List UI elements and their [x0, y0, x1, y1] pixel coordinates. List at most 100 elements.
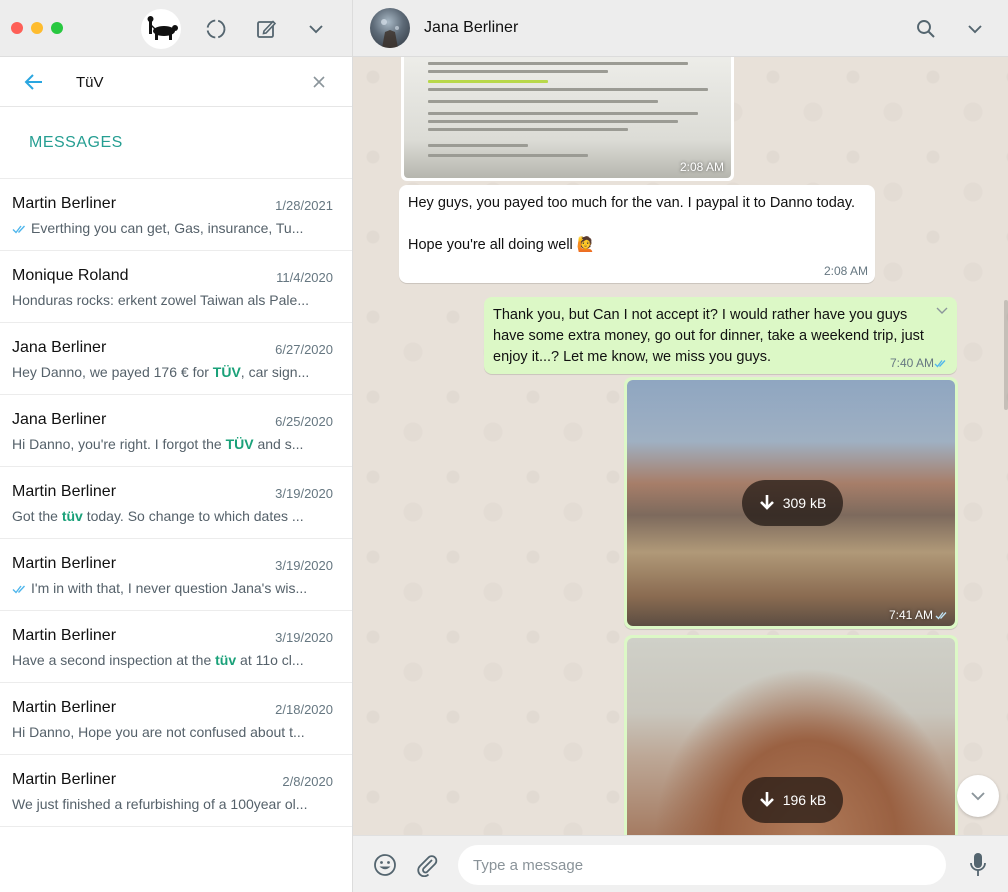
message-preview: Hi Danno, you're right. I forgot the TÜV…: [12, 436, 327, 452]
contact-name: Martin Berliner: [12, 195, 117, 212]
message-text: Hey guys, you payed too much for the van…: [408, 195, 856, 211]
preview-text: Everthing you can get, Gas, insurance, T…: [31, 220, 304, 236]
list-item[interactable]: Martin Berliner 2/8/2020 We just finished …: [0, 755, 352, 827]
read-ticks-icon: [934, 360, 946, 368]
preview-text: at 11o cl...: [236, 652, 304, 668]
list-item[interactable]: Martin Berliner 2/18/2020 Hi Danno, Hope y…: [0, 683, 352, 755]
preview-text: I'm in with that, I never question Jana'…: [31, 580, 308, 596]
document-image-bubble[interactable]: 2:08 AM: [401, 57, 734, 181]
message-date: 3/19/2020: [275, 558, 333, 573]
chevron-down-icon[interactable]: [303, 16, 329, 42]
emoji-icon[interactable]: [373, 853, 397, 882]
contact-name: Jana Berliner: [12, 411, 107, 428]
message-date: 3/19/2020: [275, 486, 333, 501]
message-date: 2/18/2020: [275, 702, 333, 717]
blurred-photo: 309 kB 7:41 AM: [627, 380, 955, 626]
section-label-messages: MESSAGES: [0, 107, 352, 179]
message-text: Hope you're all doing well 🙋: [408, 237, 595, 253]
message-date: 3/19/2020: [275, 630, 333, 645]
list-item[interactable]: Jana Berliner 6/25/2020 Hi Danno, you're r…: [0, 395, 352, 467]
search-icon[interactable]: [913, 16, 939, 42]
message-preview: Hi Danno, Hope you are not confused abou…: [12, 724, 327, 740]
message-text: Thank you, but Can I not accept it? I wo…: [493, 307, 924, 365]
chevron-down-icon[interactable]: [962, 16, 988, 42]
message-time: 7:41 AM: [888, 608, 933, 622]
image-message[interactable]: 309 kB 7:41 AM: [624, 377, 958, 629]
contact-name: Monique Roland: [12, 267, 129, 284]
contact-name: Martin Berliner: [12, 627, 117, 644]
close-icon[interactable]: [310, 73, 328, 91]
chat-list-pane: MESSAGES Martin Berliner 1/28/2021 Everthi…: [0, 0, 353, 892]
message-date: 6/27/2020: [275, 342, 333, 357]
preview-text: Got the: [12, 508, 62, 524]
message-time: 2:08 AM: [679, 160, 724, 174]
message-preview: Everthing you can get, Gas, insurance, T…: [12, 220, 327, 236]
download-icon: [759, 495, 774, 510]
message-input[interactable]: [458, 845, 946, 885]
chat-header: Jana Berliner: [353, 0, 1008, 57]
search-match: TÜV: [212, 364, 241, 380]
search-results-list: Martin Berliner 1/28/2021 Everthing you ca…: [0, 179, 352, 827]
search-input[interactable]: [74, 70, 294, 94]
message-area[interactable]: 2:08 AM Hey guys, you payed too much for…: [353, 57, 1008, 835]
search-match: TÜV: [225, 436, 254, 452]
scroll-to-bottom-button[interactable]: [957, 775, 999, 817]
status-icon[interactable]: [203, 16, 229, 42]
left-header: [0, 0, 352, 57]
search-bar: [0, 57, 352, 107]
contact-name: Martin Berliner: [12, 699, 117, 716]
document-photo: 2:08 AM: [404, 57, 731, 178]
back-arrow-icon[interactable]: [22, 71, 46, 93]
list-item[interactable]: Martin Berliner 1/28/2021 Everthing you ca…: [0, 179, 352, 251]
conversation-pane: Jana Berliner 2:08 AM Hey guys, you paye…: [353, 0, 1008, 892]
message-preview: We just finished a refurbishing of a 100…: [12, 796, 327, 812]
attach-icon[interactable]: [415, 853, 439, 882]
contact-name[interactable]: Jana Berliner: [424, 19, 518, 37]
list-item[interactable]: Martin Berliner 3/19/2020 Have a second in…: [0, 611, 352, 683]
preview-text: Hi Danno, Hope you are not confused abou…: [12, 724, 305, 740]
download-button[interactable]: 196 kB: [742, 777, 843, 823]
preview-text: today. So change to which dates ...: [82, 508, 304, 524]
message-preview: Honduras rocks: erkent zowel Taiwan als …: [12, 292, 327, 308]
message-time: 2:08 AM: [823, 264, 868, 278]
read-ticks-icon: [12, 585, 26, 594]
preview-text: , car sign...: [240, 364, 310, 380]
message-preview: I'm in with that, I never question Jana'…: [12, 580, 327, 596]
window-minimize-button[interactable]: [31, 22, 43, 34]
blurred-photo: 196 kB: [627, 638, 955, 835]
chevron-down-icon[interactable]: [936, 307, 948, 315]
contact-name: Martin Berliner: [12, 555, 117, 572]
search-match: tüv: [61, 508, 83, 524]
message-preview: Hey Danno, we payed 176 € for TÜV, car s…: [12, 364, 327, 380]
read-ticks-icon: [12, 225, 26, 234]
search-match: tüv: [215, 652, 237, 668]
list-item[interactable]: Jana Berliner 6/27/2020 Hey Danno, we paye…: [0, 323, 352, 395]
message-preview: Have a second inspection at the tüv at 1…: [12, 652, 327, 668]
preview-text: Hey Danno, we payed 176 € for: [12, 364, 213, 380]
list-item[interactable]: Martin Berliner 3/19/2020 Got the tüv toda…: [0, 467, 352, 539]
read-ticks-icon: [935, 612, 947, 620]
chevron-down-icon: [971, 792, 985, 801]
mic-icon[interactable]: [969, 852, 987, 883]
message-date: 1/28/2021: [275, 198, 333, 213]
list-item[interactable]: Monique Roland 11/4/2020 Honduras rocks: e…: [0, 251, 352, 323]
avatar[interactable]: [141, 9, 181, 49]
list-item[interactable]: Martin Berliner 3/19/2020 I'm in with that…: [0, 539, 352, 611]
window-close-button[interactable]: [11, 22, 23, 34]
preview-text: and s...: [253, 436, 304, 452]
message-date: 11/4/2020: [276, 270, 333, 285]
message-preview: Got the tüv today. So change to which da…: [12, 508, 327, 524]
preview-text: Have a second inspection at the: [12, 652, 216, 668]
image-message[interactable]: 196 kB: [624, 635, 958, 835]
message-date: 6/25/2020: [275, 414, 333, 429]
outgoing-message[interactable]: Thank you, but Can I not accept it? I wo…: [484, 297, 957, 374]
file-size: 309 kB: [782, 495, 827, 511]
incoming-message[interactable]: Hey guys, you payed too much for the van…: [399, 185, 875, 283]
preview-text: Honduras rocks: erkent zowel Taiwan als …: [12, 292, 309, 308]
scrollbar[interactable]: [1004, 300, 1008, 410]
contact-avatar[interactable]: [370, 8, 410, 48]
download-icon: [759, 792, 774, 807]
new-chat-icon[interactable]: [253, 16, 279, 42]
download-button[interactable]: 309 kB: [742, 480, 843, 526]
window-zoom-button[interactable]: [51, 22, 63, 34]
